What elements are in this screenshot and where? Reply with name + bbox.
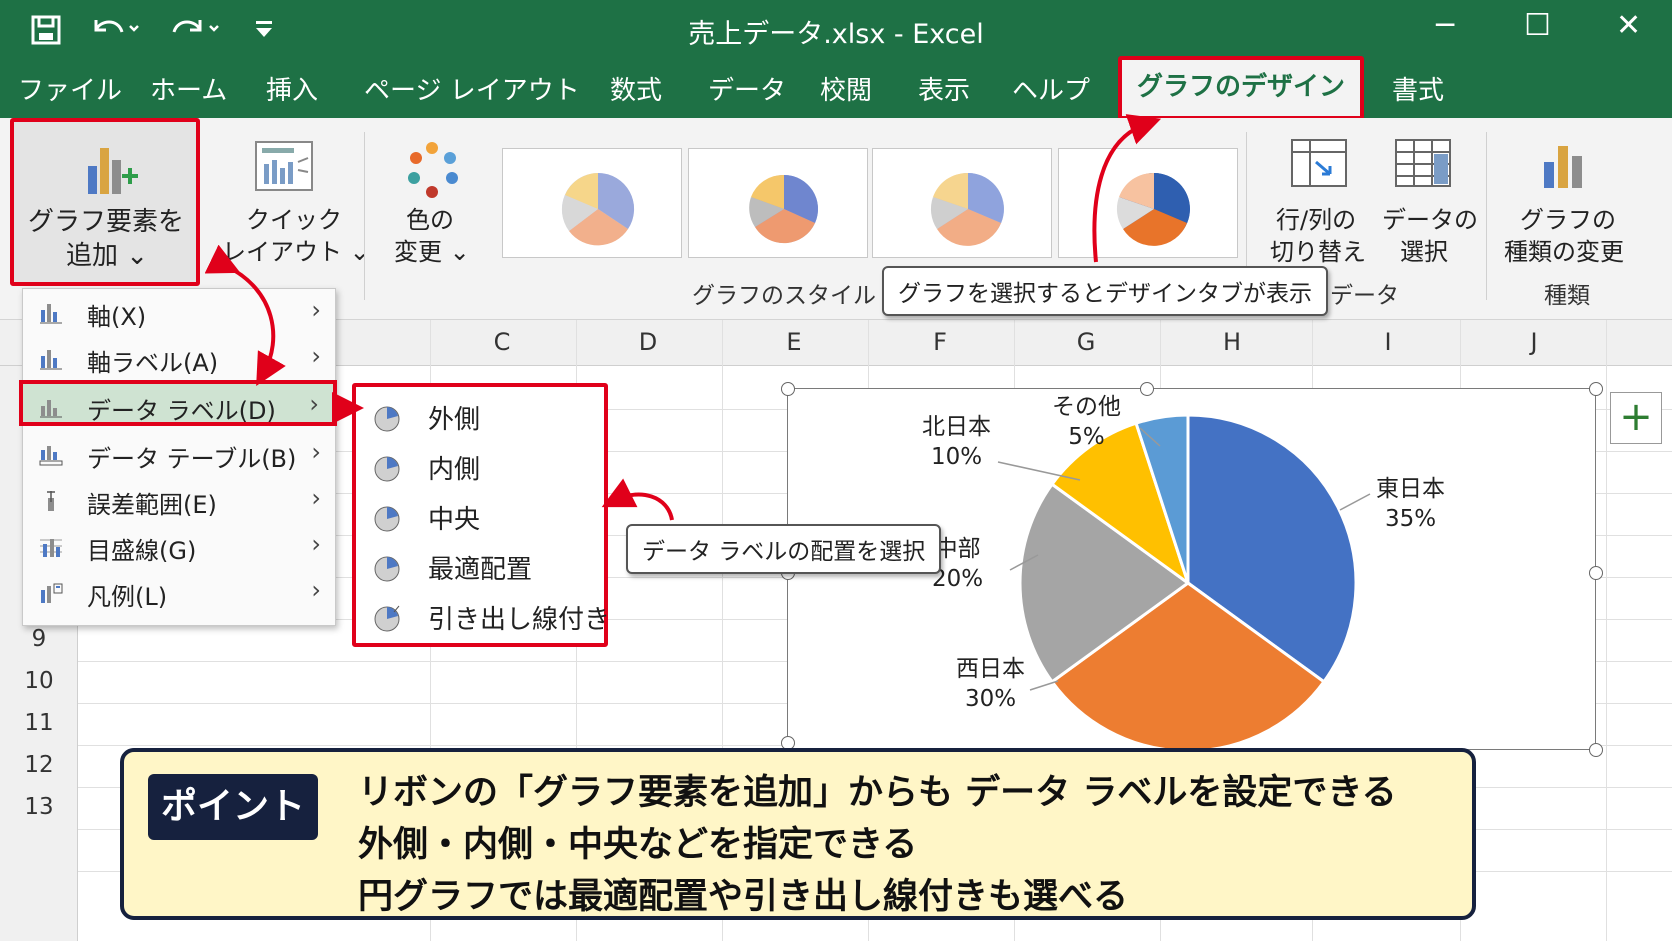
submenu-item-center[interactable]: 中央 xyxy=(356,491,604,541)
chevron-right-icon: › xyxy=(311,296,321,324)
menu-item-label: データ ラベル(D) xyxy=(87,397,276,425)
data-table-icon xyxy=(39,446,63,466)
callout-label-position: データ ラベルの配置を選択 xyxy=(626,524,942,574)
menu-item-label: 凡例(L) xyxy=(87,583,168,611)
data-label-category: その他 xyxy=(1052,394,1121,420)
add-chart-element-menu: 軸(X) › 軸ラベル(A) › データ ラベル(D) › データ テーブル(B… xyxy=(19,288,337,626)
chevron-right-icon: › xyxy=(311,438,321,466)
resize-handle[interactable] xyxy=(1140,382,1154,396)
pie-label-callout-icon xyxy=(374,605,400,632)
menu-item-label: 誤差範囲(E) xyxy=(87,491,217,519)
submenu-item-label: 引き出し線付き xyxy=(428,605,611,635)
data-labels-icon xyxy=(40,400,62,418)
resize-handle[interactable] xyxy=(781,382,795,396)
gridlines-icon xyxy=(40,539,62,557)
data-label-other: その他 5% xyxy=(1052,392,1121,452)
data-label-category: 東日本 xyxy=(1376,476,1445,502)
data-label-value: 35% xyxy=(1384,506,1437,532)
resize-handle[interactable] xyxy=(1589,566,1603,580)
data-label-east: 東日本 35% xyxy=(1376,474,1445,534)
submenu-item-label: 中央 xyxy=(428,505,481,535)
menu-item-label: データ テーブル(B) xyxy=(87,445,297,473)
submenu-item-inside[interactable]: 内側 xyxy=(356,441,604,491)
menu-item-legend[interactable]: 凡例(L) › xyxy=(23,570,335,616)
menu-item-error-bars[interactable]: 誤差範囲(E) › xyxy=(23,478,335,524)
data-label-value: 10% xyxy=(930,444,983,470)
axes-icon xyxy=(40,304,62,324)
submenu-item-best-fit[interactable]: 最適配置 xyxy=(356,541,604,591)
point-line: リボンの「グラフ要素を追加」からも データ ラベルを設定できる xyxy=(358,773,1397,813)
data-label-value: 5% xyxy=(1068,424,1105,450)
data-label-value: 30% xyxy=(964,686,1017,712)
point-line: 円グラフでは最適配置や引き出し線付きも選べる xyxy=(358,877,1129,917)
data-label-north: 北日本 10% xyxy=(922,412,991,472)
data-labels-submenu: 外側 内側 中央 最適配置 引き出し線付き xyxy=(352,383,610,647)
error-bars-icon xyxy=(47,491,55,511)
chevron-right-icon: › xyxy=(309,390,319,418)
submenu-item-callout[interactable]: 引き出し線付き xyxy=(356,591,610,641)
chevron-right-icon: › xyxy=(311,484,321,512)
resize-handle[interactable] xyxy=(1589,743,1603,757)
point-line: 外側・内側・中央などを指定できる xyxy=(358,825,918,865)
legend-icon xyxy=(41,583,63,603)
menu-item-label: 目盛線(G) xyxy=(87,537,197,565)
menu-item-data-labels[interactable]: データ ラベル(D) › xyxy=(19,380,337,426)
chevron-right-icon: › xyxy=(311,342,321,370)
chevron-right-icon: › xyxy=(311,530,321,558)
axis-titles-icon xyxy=(40,350,62,370)
chart-elements-plus-button[interactable]: + xyxy=(1610,392,1662,444)
resize-handle[interactable] xyxy=(1589,382,1603,396)
menu-item-axis-titles[interactable]: 軸ラベル(A) › xyxy=(23,336,335,382)
pie-label-best-fit-icon xyxy=(374,556,400,582)
menu-item-axes[interactable]: 軸(X) › xyxy=(23,290,335,336)
menu-item-label: 軸(X) xyxy=(87,303,147,331)
pie-label-outside-icon xyxy=(374,406,400,432)
chevron-right-icon: › xyxy=(311,576,321,604)
menu-item-label: 軸ラベル(A) xyxy=(87,349,219,377)
point-badge: ポイント xyxy=(148,774,318,840)
menu-item-gridlines[interactable]: 目盛線(G) › xyxy=(23,524,335,570)
submenu-item-label: 外側 xyxy=(428,405,481,435)
callout-design-tab: グラフを選択するとデザインタブが表示 xyxy=(882,266,1328,316)
pie-label-center-icon xyxy=(374,506,400,532)
data-label-west: 西日本 30% xyxy=(956,654,1025,714)
leader-line xyxy=(1339,493,1371,511)
menu-item-data-table[interactable]: データ テーブル(B) › xyxy=(23,432,335,478)
data-label-category: 北日本 xyxy=(922,414,991,440)
pie-label-inside-icon xyxy=(374,456,400,482)
submenu-item-label: 内側 xyxy=(428,455,481,485)
point-box: ポイント リボンの「グラフ要素を追加」からも データ ラベルを設定できる 外側・… xyxy=(120,748,1476,920)
submenu-item-label: 最適配置 xyxy=(428,555,533,585)
data-label-category: 西日本 xyxy=(956,656,1025,682)
submenu-item-outside[interactable]: 外側 xyxy=(356,391,604,441)
